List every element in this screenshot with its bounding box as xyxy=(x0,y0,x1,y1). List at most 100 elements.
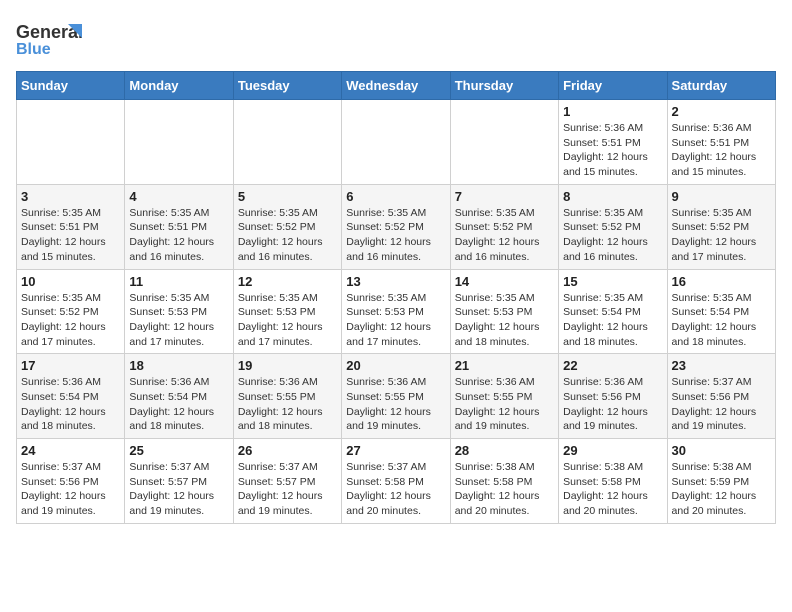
day-info: Sunrise: 5:38 AM Sunset: 5:58 PM Dayligh… xyxy=(563,460,662,519)
day-info: Sunrise: 5:37 AM Sunset: 5:58 PM Dayligh… xyxy=(346,460,445,519)
day-number: 8 xyxy=(563,189,662,204)
page-header: GeneralBlue xyxy=(16,16,776,61)
day-info: Sunrise: 5:36 AM Sunset: 5:54 PM Dayligh… xyxy=(129,375,228,434)
day-info: Sunrise: 5:35 AM Sunset: 5:53 PM Dayligh… xyxy=(346,291,445,350)
day-info: Sunrise: 5:35 AM Sunset: 5:53 PM Dayligh… xyxy=(455,291,554,350)
calendar-cell: 13 Sunrise: 5:35 AM Sunset: 5:53 PM Dayli… xyxy=(342,269,450,354)
day-number: 23 xyxy=(672,358,771,373)
calendar-cell xyxy=(233,100,341,185)
day-number: 14 xyxy=(455,274,554,289)
day-info: Sunrise: 5:35 AM Sunset: 5:53 PM Dayligh… xyxy=(129,291,228,350)
calendar-day-header: Friday xyxy=(559,72,667,100)
calendar-cell: 5 Sunrise: 5:35 AM Sunset: 5:52 PM Daylig… xyxy=(233,184,341,269)
calendar-cell xyxy=(450,100,558,185)
day-number: 10 xyxy=(21,274,120,289)
calendar-cell: 7 Sunrise: 5:35 AM Sunset: 5:52 PM Daylig… xyxy=(450,184,558,269)
day-info: Sunrise: 5:35 AM Sunset: 5:52 PM Dayligh… xyxy=(672,206,771,265)
day-number: 20 xyxy=(346,358,445,373)
day-number: 5 xyxy=(238,189,337,204)
calendar-day-header: Wednesday xyxy=(342,72,450,100)
day-info: Sunrise: 5:35 AM Sunset: 5:52 PM Dayligh… xyxy=(563,206,662,265)
calendar-cell: 6 Sunrise: 5:35 AM Sunset: 5:52 PM Daylig… xyxy=(342,184,450,269)
day-number: 6 xyxy=(346,189,445,204)
calendar-header-row: SundayMondayTuesdayWednesdayThursdayFrid… xyxy=(17,72,776,100)
day-number: 7 xyxy=(455,189,554,204)
calendar-cell: 19 Sunrise: 5:36 AM Sunset: 5:55 PM Dayli… xyxy=(233,354,341,439)
calendar-day-header: Thursday xyxy=(450,72,558,100)
calendar-cell: 18 Sunrise: 5:36 AM Sunset: 5:54 PM Dayli… xyxy=(125,354,233,439)
calendar-cell: 25 Sunrise: 5:37 AM Sunset: 5:57 PM Dayli… xyxy=(125,439,233,524)
day-number: 11 xyxy=(129,274,228,289)
calendar-week-row: 1 Sunrise: 5:36 AM Sunset: 5:51 PM Daylig… xyxy=(17,100,776,185)
calendar-cell: 1 Sunrise: 5:36 AM Sunset: 5:51 PM Daylig… xyxy=(559,100,667,185)
day-info: Sunrise: 5:36 AM Sunset: 5:55 PM Dayligh… xyxy=(346,375,445,434)
calendar-cell xyxy=(342,100,450,185)
day-info: Sunrise: 5:35 AM Sunset: 5:51 PM Dayligh… xyxy=(129,206,228,265)
calendar-cell: 8 Sunrise: 5:35 AM Sunset: 5:52 PM Daylig… xyxy=(559,184,667,269)
day-number: 12 xyxy=(238,274,337,289)
day-number: 9 xyxy=(672,189,771,204)
day-number: 15 xyxy=(563,274,662,289)
calendar-cell: 12 Sunrise: 5:35 AM Sunset: 5:53 PM Dayli… xyxy=(233,269,341,354)
day-number: 22 xyxy=(563,358,662,373)
day-number: 17 xyxy=(21,358,120,373)
calendar-cell: 30Sunrise: 5:38 AM Sunset: 5:59 PM Dayli… xyxy=(667,439,775,524)
calendar-cell: 26Sunrise: 5:37 AM Sunset: 5:57 PM Dayli… xyxy=(233,439,341,524)
calendar-cell: 29 Sunrise: 5:38 AM Sunset: 5:58 PM Dayli… xyxy=(559,439,667,524)
day-number: 1 xyxy=(563,104,662,119)
calendar-cell: 22 Sunrise: 5:36 AM Sunset: 5:56 PM Dayli… xyxy=(559,354,667,439)
day-info: Sunrise: 5:36 AM Sunset: 5:54 PM Dayligh… xyxy=(21,375,120,434)
day-number: 21 xyxy=(455,358,554,373)
calendar-week-row: 24Sunrise: 5:37 AM Sunset: 5:56 PM Dayli… xyxy=(17,439,776,524)
logo-svg: GeneralBlue xyxy=(16,16,86,61)
day-number: 4 xyxy=(129,189,228,204)
logo: GeneralBlue xyxy=(16,16,86,61)
day-info: Sunrise: 5:37 AM Sunset: 5:56 PM Dayligh… xyxy=(672,375,771,434)
calendar-cell: 11 Sunrise: 5:35 AM Sunset: 5:53 PM Dayli… xyxy=(125,269,233,354)
day-info: Sunrise: 5:38 AM Sunset: 5:58 PM Dayligh… xyxy=(455,460,554,519)
calendar-cell xyxy=(125,100,233,185)
calendar-day-header: Monday xyxy=(125,72,233,100)
calendar-cell: 15 Sunrise: 5:35 AM Sunset: 5:54 PM Dayli… xyxy=(559,269,667,354)
day-number: 18 xyxy=(129,358,228,373)
calendar-cell: 9 Sunrise: 5:35 AM Sunset: 5:52 PM Daylig… xyxy=(667,184,775,269)
svg-text:Blue: Blue xyxy=(16,41,51,58)
day-info: Sunrise: 5:35 AM Sunset: 5:54 PM Dayligh… xyxy=(563,291,662,350)
day-number: 2 xyxy=(672,104,771,119)
calendar-cell: 2 Sunrise: 5:36 AM Sunset: 5:51 PM Daylig… xyxy=(667,100,775,185)
calendar-table: SundayMondayTuesdayWednesdayThursdayFrid… xyxy=(16,71,776,524)
day-number: 29 xyxy=(563,443,662,458)
calendar-cell: 10Sunrise: 5:35 AM Sunset: 5:52 PM Dayli… xyxy=(17,269,125,354)
day-info: Sunrise: 5:36 AM Sunset: 5:55 PM Dayligh… xyxy=(238,375,337,434)
day-info: Sunrise: 5:36 AM Sunset: 5:51 PM Dayligh… xyxy=(563,121,662,180)
calendar-day-header: Tuesday xyxy=(233,72,341,100)
calendar-cell xyxy=(17,100,125,185)
calendar-cell: 24Sunrise: 5:37 AM Sunset: 5:56 PM Dayli… xyxy=(17,439,125,524)
day-number: 13 xyxy=(346,274,445,289)
calendar-cell: 14 Sunrise: 5:35 AM Sunset: 5:53 PM Dayli… xyxy=(450,269,558,354)
day-info: Sunrise: 5:36 AM Sunset: 5:51 PM Dayligh… xyxy=(672,121,771,180)
day-info: Sunrise: 5:35 AM Sunset: 5:52 PM Dayligh… xyxy=(346,206,445,265)
day-info: Sunrise: 5:36 AM Sunset: 5:56 PM Dayligh… xyxy=(563,375,662,434)
day-info: Sunrise: 5:35 AM Sunset: 5:51 PM Dayligh… xyxy=(21,206,120,265)
day-number: 25 xyxy=(129,443,228,458)
day-number: 19 xyxy=(238,358,337,373)
day-info: Sunrise: 5:38 AM Sunset: 5:59 PM Dayligh… xyxy=(672,460,771,519)
calendar-day-header: Saturday xyxy=(667,72,775,100)
day-number: 24 xyxy=(21,443,120,458)
day-number: 28 xyxy=(455,443,554,458)
calendar-cell: 17 Sunrise: 5:36 AM Sunset: 5:54 PM Dayli… xyxy=(17,354,125,439)
calendar-cell: 20 Sunrise: 5:36 AM Sunset: 5:55 PM Dayli… xyxy=(342,354,450,439)
day-info: Sunrise: 5:35 AM Sunset: 5:52 PM Dayligh… xyxy=(455,206,554,265)
calendar-cell: 3 Sunrise: 5:35 AM Sunset: 5:51 PM Daylig… xyxy=(17,184,125,269)
calendar-day-header: Sunday xyxy=(17,72,125,100)
day-info: Sunrise: 5:35 AM Sunset: 5:52 PM Dayligh… xyxy=(238,206,337,265)
day-info: Sunrise: 5:36 AM Sunset: 5:55 PM Dayligh… xyxy=(455,375,554,434)
day-number: 3 xyxy=(21,189,120,204)
calendar-cell: 23 Sunrise: 5:37 AM Sunset: 5:56 PM Dayli… xyxy=(667,354,775,439)
day-info: Sunrise: 5:35 AM Sunset: 5:53 PM Dayligh… xyxy=(238,291,337,350)
day-info: Sunrise: 5:37 AM Sunset: 5:57 PM Dayligh… xyxy=(129,460,228,519)
day-info: Sunrise: 5:35 AM Sunset: 5:54 PM Dayligh… xyxy=(672,291,771,350)
day-number: 27 xyxy=(346,443,445,458)
calendar-cell: 4 Sunrise: 5:35 AM Sunset: 5:51 PM Daylig… xyxy=(125,184,233,269)
